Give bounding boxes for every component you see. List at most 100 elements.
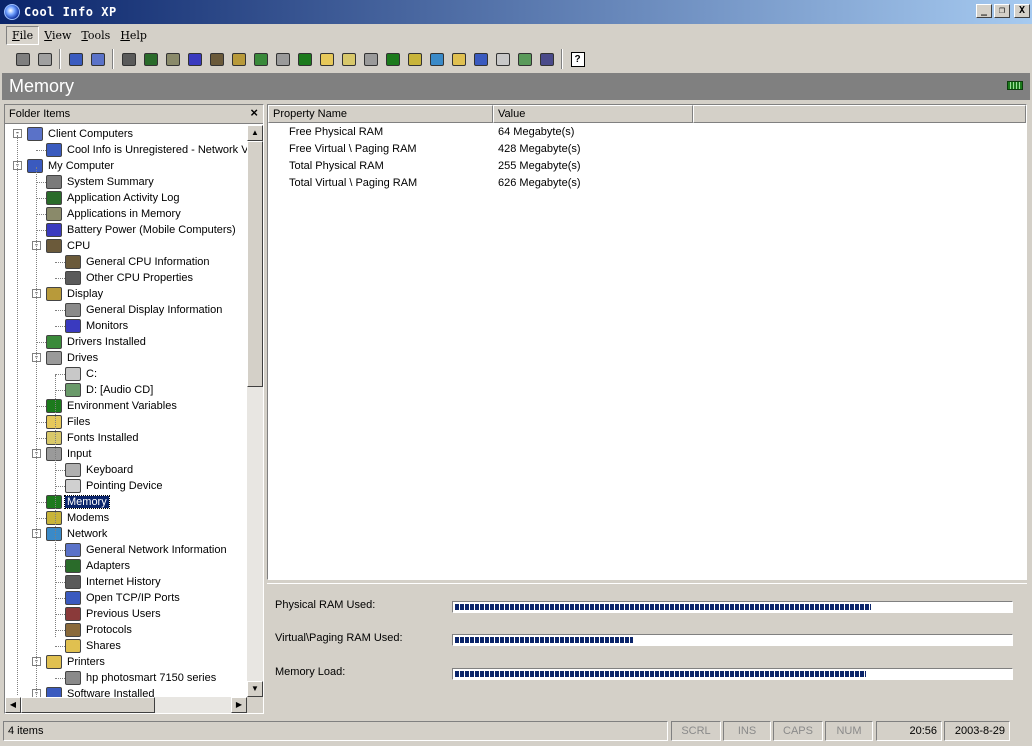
tree-item[interactable]: hp photosmart 7150 series: [65, 670, 218, 686]
tree-item[interactable]: Drives: [46, 350, 100, 366]
toolbar-button-cube[interactable]: [12, 49, 33, 70]
toolbar-button-modems[interactable]: [404, 49, 425, 70]
column-header-property-name[interactable]: Property Name: [268, 105, 493, 123]
ports-icon: [65, 591, 81, 605]
toolbar-button-tools[interactable]: [536, 49, 557, 70]
table-row[interactable]: Free Physical RAM 64 Megabyte(s): [268, 125, 1026, 142]
toolbar-button-software[interactable]: [470, 49, 491, 70]
toolbar-button-battery[interactable]: [184, 49, 205, 70]
tree-item[interactable]: Software Installed: [46, 686, 156, 697]
toolbar-button-client-settings[interactable]: [87, 49, 108, 70]
folder-tree: Client Computers - Cool Info is Unregister…: [5, 125, 247, 697]
toolbar-button-network-client[interactable]: [34, 49, 55, 70]
tree-item[interactable]: Fonts Installed: [46, 430, 141, 446]
tree-item[interactable]: Client Computers: [27, 126, 135, 142]
scrollbar-thumb[interactable]: [21, 697, 155, 713]
tree-item[interactable]: General Network Information: [65, 542, 229, 558]
toolbar-button-cpu[interactable]: [206, 49, 227, 70]
title-bar[interactable]: Cool Info XP _ ❐ X: [0, 0, 1032, 24]
tree-item[interactable]: Other CPU Properties: [65, 270, 195, 286]
tree-item[interactable]: Applications in Memory: [46, 206, 183, 222]
tree-item[interactable]: Environment Variables: [46, 398, 179, 414]
cpu-props-icon: [65, 271, 81, 285]
tree-vertical-scrollbar[interactable]: ▲ ▼: [247, 125, 263, 697]
tree-item[interactable]: C:: [65, 366, 99, 382]
toolbar-button-help[interactable]: ?: [567, 49, 588, 70]
tree-item[interactable]: Protocols: [65, 622, 134, 638]
minimize-button[interactable]: _: [976, 4, 992, 18]
network-client-icon: [37, 52, 52, 66]
tree-item-label: Software Installed: [67, 688, 155, 697]
tree-item[interactable]: General CPU Information: [65, 254, 212, 270]
tree-item[interactable]: Adapters: [65, 558, 132, 574]
scroll-down-icon[interactable]: ▼: [247, 681, 263, 697]
toolbar-button-drives[interactable]: [272, 49, 293, 70]
tree-item[interactable]: Cool Info is Unregistered - Network Vers…: [46, 142, 247, 158]
tree-item-label: Adapters: [86, 560, 131, 572]
tree-item[interactable]: Display: [46, 286, 105, 302]
tree-item[interactable]: Keyboard: [65, 462, 135, 478]
client-settings-icon: [90, 52, 105, 66]
toolbar-button-files[interactable]: [316, 49, 337, 70]
scrollbar-thumb[interactable]: [247, 141, 263, 387]
tree-item[interactable]: Shares: [65, 638, 123, 654]
table-row[interactable]: Free Virtual \ Paging RAM 428 Megabyte(s): [268, 142, 1026, 159]
toolbar-button-fonts[interactable]: [338, 49, 359, 70]
tree-item[interactable]: Application Activity Log: [46, 190, 182, 206]
tree-connector: [55, 486, 65, 487]
column-header-blank[interactable]: [693, 105, 1026, 123]
toolbar-button-computer[interactable]: [118, 49, 139, 70]
toolbar-button-memory[interactable]: [382, 49, 403, 70]
toolbar-button-input[interactable]: [360, 49, 381, 70]
toolbar-button-display[interactable]: [228, 49, 249, 70]
tree-item[interactable]: Open TCP/IP Ports: [65, 590, 182, 606]
tree-item-label: General Display Information: [86, 304, 223, 316]
tree-item[interactable]: Input: [46, 446, 93, 462]
tree-item[interactable]: Pointing Device: [65, 478, 164, 494]
tree-item[interactable]: My Computer: [27, 158, 116, 174]
tree-item-label: Memory: [64, 495, 110, 509]
toolbar-button-drivers[interactable]: [250, 49, 271, 70]
toolbar-button-printers[interactable]: [448, 49, 469, 70]
scroll-up-icon[interactable]: ▲: [247, 125, 263, 141]
menu-view[interactable]: View: [39, 27, 76, 44]
tree-item-label: Battery Power (Mobile Computers): [67, 224, 236, 236]
toolbar-button-activity-log[interactable]: [140, 49, 161, 70]
tree-item[interactable]: System Summary: [46, 174, 156, 190]
menu-help[interactable]: Help: [115, 27, 152, 44]
tree-item[interactable]: D: [Audio CD]: [65, 382, 155, 398]
toolbar-button-environment[interactable]: [294, 49, 315, 70]
tree-item[interactable]: Drivers Installed: [46, 334, 148, 350]
tree-item-label: System Summary: [67, 176, 154, 188]
files-icon: [319, 52, 334, 66]
tree-connector: [55, 278, 65, 279]
toolbar-button-sound[interactable]: [492, 49, 513, 70]
maximize-button[interactable]: ❐: [994, 4, 1010, 18]
tree-item[interactable]: Previous Users: [65, 606, 163, 622]
tree-horizontal-scrollbar[interactable]: ◀ ▶: [5, 697, 247, 713]
tree-item[interactable]: Monitors: [65, 318, 130, 334]
folder-panel: Folder Items × Client Computers - Cool Inf…: [4, 104, 264, 714]
app-icon[interactable]: [4, 4, 20, 20]
tree-item[interactable]: Internet History: [65, 574, 163, 590]
tree-item[interactable]: Printers: [46, 654, 107, 670]
table-row[interactable]: Total Physical RAM 255 Megabyte(s): [268, 159, 1026, 176]
scroll-right-icon[interactable]: ▶: [231, 697, 247, 713]
toolbar-button-applications[interactable]: [162, 49, 183, 70]
menu-file[interactable]: File: [6, 25, 40, 45]
scroll-left-icon[interactable]: ◀: [5, 697, 21, 713]
menu-view-label: iew: [51, 28, 72, 42]
close-icon[interactable]: ×: [250, 106, 258, 120]
toolbar-button-network[interactable]: [426, 49, 447, 70]
table-row[interactable]: Total Virtual \ Paging RAM 626 Megabyte(s…: [268, 176, 1026, 193]
toolbar-button-client-remote[interactable]: [65, 49, 86, 70]
tree-item[interactable]: Battery Power (Mobile Computers): [46, 222, 238, 238]
toolbar-button-system[interactable]: [514, 49, 535, 70]
column-header-value[interactable]: Value: [493, 105, 693, 123]
tree-item[interactable]: Files: [46, 414, 92, 430]
menu-tools[interactable]: Tools: [76, 27, 115, 44]
tree-item[interactable]: General Display Information: [65, 302, 224, 318]
close-button[interactable]: X: [1014, 4, 1030, 18]
property-name: Total Virtual \ Paging RAM: [289, 177, 418, 189]
tree-item[interactable]: CPU: [46, 238, 92, 254]
